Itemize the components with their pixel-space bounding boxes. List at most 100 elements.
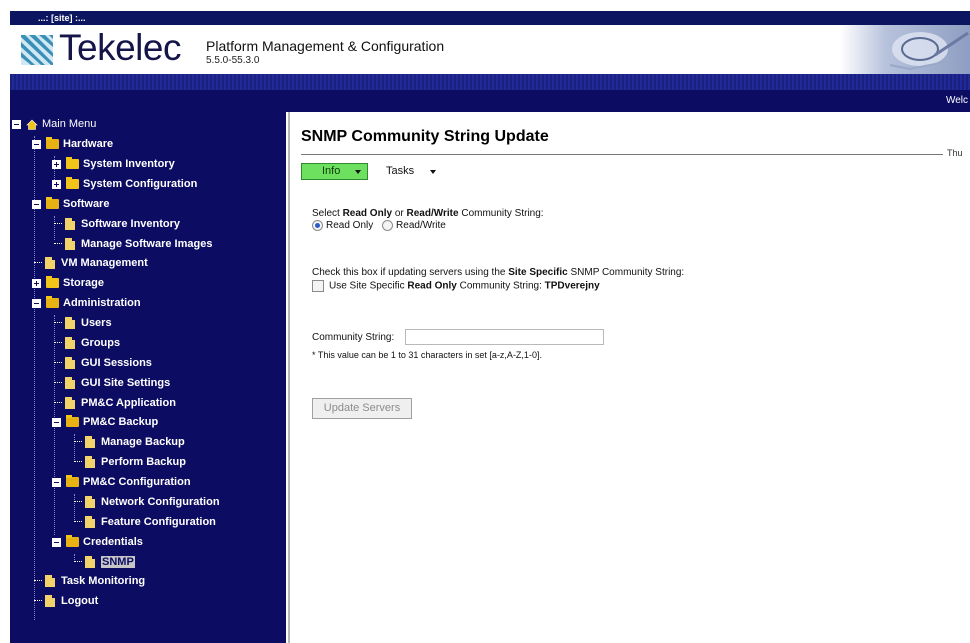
sidebar-item-network-configuration[interactable]: Network Configuration xyxy=(74,493,220,511)
community-string-hint: * This value can be 1 to 31 characters i… xyxy=(312,350,542,360)
sidebar-item-credentials[interactable]: Credentials xyxy=(52,533,143,551)
sidebar-item-perform-backup[interactable]: Perform Backup xyxy=(74,453,186,471)
collapse-icon[interactable] xyxy=(12,119,21,129)
sidebar-item-gui-site-settings[interactable]: GUI Site Settings xyxy=(54,374,170,392)
expand-icon[interactable] xyxy=(52,159,61,169)
sidebar-item-manage-software-images[interactable]: Manage Software Images xyxy=(54,235,212,253)
page-icon xyxy=(65,337,75,350)
sidebar-item-feature-configuration[interactable]: Feature Configuration xyxy=(74,513,216,531)
tree-connector xyxy=(54,322,62,324)
page-icon xyxy=(65,397,75,410)
tree-connector xyxy=(54,382,62,384)
sidebar-item-software-inventory[interactable]: Software Inventory xyxy=(54,215,180,233)
page-icon xyxy=(65,317,75,330)
sidebar-item-label: System Inventory xyxy=(83,158,175,171)
tasks-menu-label: Tasks xyxy=(386,165,415,177)
sidebar-item-logout[interactable]: Logout xyxy=(34,592,98,610)
folder-open-icon xyxy=(46,197,59,210)
sidebar-item-administration[interactable]: Administration xyxy=(32,294,141,312)
folder-icon xyxy=(66,177,79,190)
sidebar-item-label: Users xyxy=(81,317,112,330)
sidebar-item-system-inventory[interactable]: System Inventory xyxy=(52,155,175,173)
check-prompt-text: Site Specific xyxy=(508,267,568,278)
sidebar-item-label: GUI Site Settings xyxy=(81,377,171,390)
checkbox-label-text: Use Site Specific xyxy=(329,280,408,292)
page-icon xyxy=(85,556,95,569)
update-servers-button[interactable]: Update Servers xyxy=(312,398,412,419)
sidebar-item-vm-management[interactable]: VM Management xyxy=(34,254,148,272)
sidebar-item-pmc-application[interactable]: PM&C Application xyxy=(54,394,176,412)
date-fragment: Thu xyxy=(947,148,963,158)
sidebar-item-gui-sessions[interactable]: GUI Sessions xyxy=(54,354,152,372)
sidebar-item-task-monitoring[interactable]: Task Monitoring xyxy=(34,572,145,590)
page-title: SNMP Community String Update xyxy=(301,128,549,145)
folder-open-icon xyxy=(66,535,79,548)
radio-selected-icon[interactable] xyxy=(312,220,323,231)
sidebar-item-label: Feature Configuration xyxy=(101,516,216,529)
folder-icon xyxy=(46,276,59,289)
sidebar-item-label: Main Menu xyxy=(42,118,97,131)
folder-open-icon xyxy=(66,415,79,428)
tree-connector xyxy=(34,580,42,582)
tree-connector xyxy=(74,461,82,463)
sidebar-item-main-menu[interactable]: Main Menu xyxy=(12,115,96,133)
tree-connector xyxy=(74,521,82,523)
page-icon xyxy=(65,238,75,251)
page-icon xyxy=(65,218,75,231)
header-banner: Tekelec Platform Management & Configurat… xyxy=(10,25,970,75)
sidebar-item-label: Network Configuration xyxy=(101,496,220,509)
page-icon xyxy=(85,436,95,449)
sidebar-item-label: Storage xyxy=(63,277,104,290)
sidebar-item-snmp[interactable]: SNMP xyxy=(74,553,135,571)
sidebar-item-label: System Configuration xyxy=(83,178,198,191)
sidebar-item-label: GUI Sessions xyxy=(81,357,152,370)
tree-connector xyxy=(74,441,82,443)
site-specific-checkbox-row[interactable]: Use Site Specific Read Only Community St… xyxy=(312,280,600,292)
chevron-down-icon xyxy=(430,170,436,174)
select-prompt-text: or xyxy=(392,208,407,219)
home-icon xyxy=(26,119,38,130)
sidebar-item-pmc-configuration[interactable]: PM&C Configuration xyxy=(52,473,191,491)
sidebar-item-pmc-backup[interactable]: PM&C Backup xyxy=(52,413,158,431)
tree-connector xyxy=(34,600,42,602)
sidebar-item-label: Credentials xyxy=(83,536,143,549)
page-icon xyxy=(45,575,55,588)
sidebar-item-label: PM&C Configuration xyxy=(83,476,191,489)
read-write-radio[interactable]: Read/Write xyxy=(382,220,446,231)
navigation-sidebar: Main Menu Hardware System Inventory Syst… xyxy=(10,112,286,643)
check-prompt: Check this box if updating servers using… xyxy=(312,267,684,278)
sidebar-item-hardware[interactable]: Hardware xyxy=(32,135,113,153)
collapse-icon[interactable] xyxy=(52,417,61,427)
expand-icon[interactable] xyxy=(32,278,41,288)
collapse-icon[interactable] xyxy=(32,298,41,308)
collapse-icon[interactable] xyxy=(52,477,61,487)
radio-unselected-icon[interactable] xyxy=(382,220,394,231)
sidebar-item-users[interactable]: Users xyxy=(54,314,112,332)
expand-icon[interactable] xyxy=(52,179,61,189)
sidebar-item-software[interactable]: Software xyxy=(32,195,109,213)
collapse-icon[interactable] xyxy=(32,199,41,209)
sidebar-item-label: VM Management xyxy=(61,257,148,270)
sidebar-item-label: PM&C Backup xyxy=(83,416,159,429)
sidebar-item-label: Groups xyxy=(81,337,121,350)
check-prompt-text: Check this box if updating servers using… xyxy=(312,267,509,278)
collapse-icon[interactable] xyxy=(52,537,61,547)
tree-connector xyxy=(54,243,62,245)
tree-connector xyxy=(74,561,82,563)
site-specific-checkbox[interactable] xyxy=(312,280,324,292)
info-menu[interactable]: Info xyxy=(301,163,368,180)
welcome-text: Welc xyxy=(945,95,968,106)
frame-divider[interactable] xyxy=(286,112,293,643)
read-only-label: Read Only xyxy=(326,220,374,232)
collapse-icon[interactable] xyxy=(32,139,41,149)
tasks-menu[interactable]: Tasks xyxy=(386,163,436,180)
sidebar-item-label: Manage Backup xyxy=(101,436,185,449)
page-icon xyxy=(65,377,75,390)
read-only-radio[interactable]: Read Only xyxy=(312,220,373,231)
community-string-input[interactable] xyxy=(405,329,604,345)
sidebar-item-storage[interactable]: Storage xyxy=(32,274,104,292)
page-icon xyxy=(65,357,75,370)
sidebar-item-manage-backup[interactable]: Manage Backup xyxy=(74,433,185,451)
sidebar-item-system-configuration[interactable]: System Configuration xyxy=(52,175,197,193)
sidebar-item-groups[interactable]: Groups xyxy=(54,334,120,352)
